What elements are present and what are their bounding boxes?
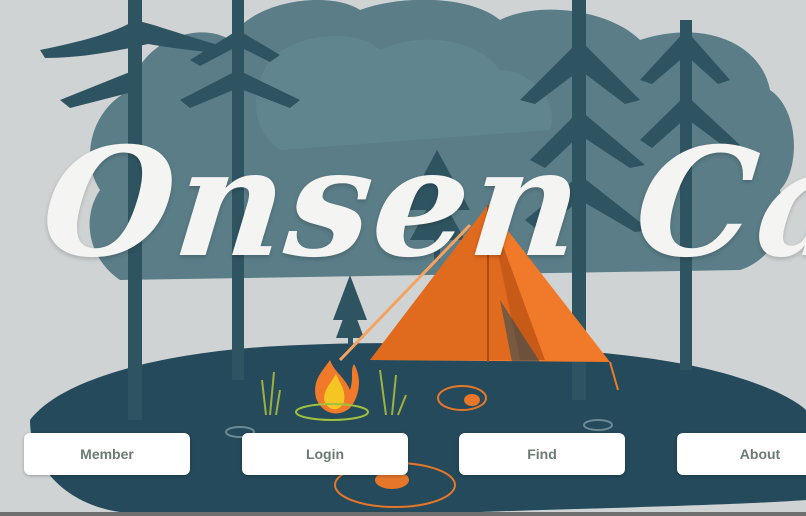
bottom-divider — [0, 512, 806, 516]
login-button[interactable]: Login — [242, 433, 408, 475]
about-button[interactable]: About — [677, 433, 806, 475]
member-button[interactable]: Member — [24, 433, 190, 475]
find-button[interactable]: Find — [459, 433, 625, 475]
site-title: Onsen Camp — [34, 115, 806, 291]
main-nav: Member Login Find About — [0, 433, 806, 477]
